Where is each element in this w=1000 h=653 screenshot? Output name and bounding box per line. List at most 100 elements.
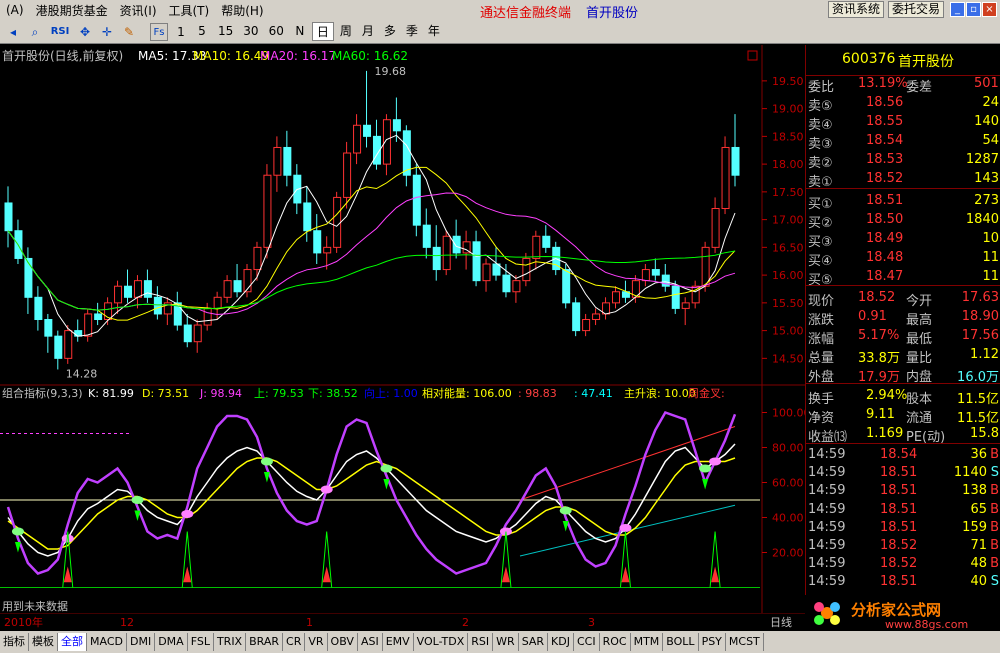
restore-icon[interactable]: ▫ xyxy=(966,2,981,17)
info-system-button[interactable]: 资讯系统 xyxy=(828,1,885,18)
indicator-tab-brar[interactable]: BRAR xyxy=(246,633,284,651)
period-month-button[interactable]: 月 xyxy=(358,22,378,41)
candle-body xyxy=(472,241,481,282)
sell-row: 卖③ 18.54 54 xyxy=(806,133,1000,152)
indicator-tab-kdj[interactable]: KDJ xyxy=(548,633,574,651)
menu-item-info[interactable]: 资讯(I) xyxy=(114,2,163,19)
indicator-tab-dmi[interactable]: DMI xyxy=(127,633,156,651)
sell-price: 18.55 xyxy=(866,114,904,129)
menu-item-tools[interactable]: 工具(T) xyxy=(163,2,216,19)
indicator-tab-emv[interactable]: EMV xyxy=(383,633,414,651)
close-icon[interactable]: × xyxy=(982,2,997,17)
indicator-tab-trix[interactable]: TRIX xyxy=(214,633,247,651)
indicator-tab-mcst[interactable]: MCST xyxy=(726,633,764,651)
x-label-2: 2 xyxy=(462,616,469,629)
indicator-tab-指标[interactable]: 指标 xyxy=(0,633,29,651)
stat-value: 11.5亿 xyxy=(957,392,999,407)
sell-volume: 24 xyxy=(982,95,999,110)
candle-body xyxy=(522,257,531,282)
period-multi-button[interactable]: 多 xyxy=(380,22,400,41)
indicator-tab-wr[interactable]: WR xyxy=(493,633,519,651)
menu-item-hk-futures[interactable]: 港股期货基金 xyxy=(30,2,114,19)
quote-label: 涨幅 xyxy=(808,332,835,347)
main-y-tick-label: 14.50 xyxy=(772,352,804,365)
menu-item-help[interactable]: 帮助(H) xyxy=(215,2,269,19)
candle-body xyxy=(94,313,103,321)
period-quarter-button[interactable]: 季 xyxy=(402,22,422,41)
indicator-tab-全部[interactable]: 全部 xyxy=(58,633,87,651)
indicator-tab-dma[interactable]: DMA xyxy=(155,633,188,651)
period-1-button[interactable]: 1 xyxy=(172,23,190,41)
candle-body xyxy=(572,302,581,332)
period-60-button[interactable]: 60 xyxy=(265,22,288,41)
indicator-y-tick-label: 40.00 xyxy=(772,512,804,525)
period-30-button[interactable]: 30 xyxy=(239,22,262,41)
sell-level-label: 卖③ xyxy=(808,137,833,152)
tick-price: 18.51 xyxy=(880,465,918,481)
indicator-tab-bar: 指标 模板 全部 MACD DMI DMA FSL TRIX BRAR CR VR OBV ASI EMV… xyxy=(0,631,1000,653)
indicator-tab-boll[interactable]: BOLL xyxy=(663,633,699,651)
indicator-tab-rsi[interactable]: RSI xyxy=(468,633,494,651)
chart-area[interactable]: 首开股份(日线,前复权) MA5: 17.33 MA10: 16.49 MA20… xyxy=(0,45,805,613)
pencil-icon[interactable]: ✎ xyxy=(120,23,138,41)
indicator-tab-mtm[interactable]: MTM xyxy=(631,633,664,651)
indicator-tab-macd[interactable]: MACD xyxy=(87,633,127,651)
period-year-button[interactable]: 年 xyxy=(424,22,444,41)
indicator-tab-cr[interactable]: CR xyxy=(283,633,306,651)
period-15-button[interactable]: 15 xyxy=(214,22,237,41)
sell-volume: 1287 xyxy=(965,152,999,167)
weibi-label: 委比 xyxy=(808,80,835,95)
rsi-icon[interactable]: RSI xyxy=(48,23,72,41)
trade-button[interactable]: 委托交易 xyxy=(888,1,945,18)
candle-body xyxy=(611,291,620,304)
back-icon[interactable]: ◂ xyxy=(4,23,22,41)
stat-value: 1.169 xyxy=(866,426,904,441)
quote-label: 涨跌 xyxy=(808,313,835,328)
tick-time: 14:59 xyxy=(808,538,846,553)
candle-body xyxy=(313,230,322,254)
indicator-tab-模板[interactable]: 模板 xyxy=(29,633,58,651)
indicator-tab-cci[interactable]: CCI xyxy=(574,633,600,651)
indicator-tab-sar[interactable]: SAR xyxy=(519,633,549,651)
buy-price: 18.50 xyxy=(866,212,904,227)
candle-body xyxy=(253,246,262,271)
minimize-icon[interactable]: _ xyxy=(950,2,965,17)
indicator-tab-fsl[interactable]: FSL xyxy=(188,633,214,651)
period-n-button[interactable]: N xyxy=(290,22,310,41)
buy-volume: 11 xyxy=(982,250,999,265)
indicator-tab-roc[interactable]: ROC xyxy=(600,633,631,651)
menu-item-a[interactable]: (A) xyxy=(0,3,30,17)
pan-icon[interactable]: ✥ xyxy=(76,23,94,41)
sell-level-label: 卖⑤ xyxy=(808,99,833,114)
candle-body xyxy=(133,280,142,298)
buy-price: 18.51 xyxy=(866,193,904,208)
x-label-3: 3 xyxy=(588,616,595,629)
period-day-button[interactable]: 日 xyxy=(311,22,334,41)
candle-body xyxy=(392,119,401,132)
quote-row: 现价 18.52 今开 17.63 xyxy=(806,290,1000,309)
candle-body xyxy=(353,124,362,154)
tick-price: 18.54 xyxy=(880,447,918,462)
indicator-tab-obv[interactable]: OBV xyxy=(328,633,358,651)
sell-price: 18.52 xyxy=(866,171,904,186)
indicator-tab-vol-tdx[interactable]: VOL-TDX xyxy=(414,633,469,651)
main-y-tick-label: 18.00 xyxy=(772,158,804,171)
period-week-button[interactable]: 周 xyxy=(336,22,356,41)
candle-body xyxy=(193,324,202,343)
tick-volume: 65 xyxy=(970,501,987,517)
panel-separator xyxy=(806,285,1000,286)
cross-icon[interactable]: ✛ xyxy=(98,23,116,41)
sell-volume: 140 xyxy=(974,114,999,129)
current-stock-title: 首开股份 xyxy=(586,6,639,21)
period-5-button[interactable]: 5 xyxy=(192,22,212,41)
fs-icon[interactable]: Fs xyxy=(150,22,168,41)
main-y-tick-label: 19.50 xyxy=(772,75,804,88)
buy-volume: 10 xyxy=(982,231,999,246)
quote-value: 17.63 xyxy=(961,290,999,305)
indicator-tab-asi[interactable]: ASI xyxy=(358,633,383,651)
candle-body xyxy=(711,208,720,248)
buy-level-label: 买③ xyxy=(808,235,833,250)
magnifier-icon[interactable]: ⌕ xyxy=(26,23,44,41)
indicator-tab-psy[interactable]: PSY xyxy=(699,633,726,651)
indicator-tab-vr[interactable]: VR xyxy=(305,633,328,651)
